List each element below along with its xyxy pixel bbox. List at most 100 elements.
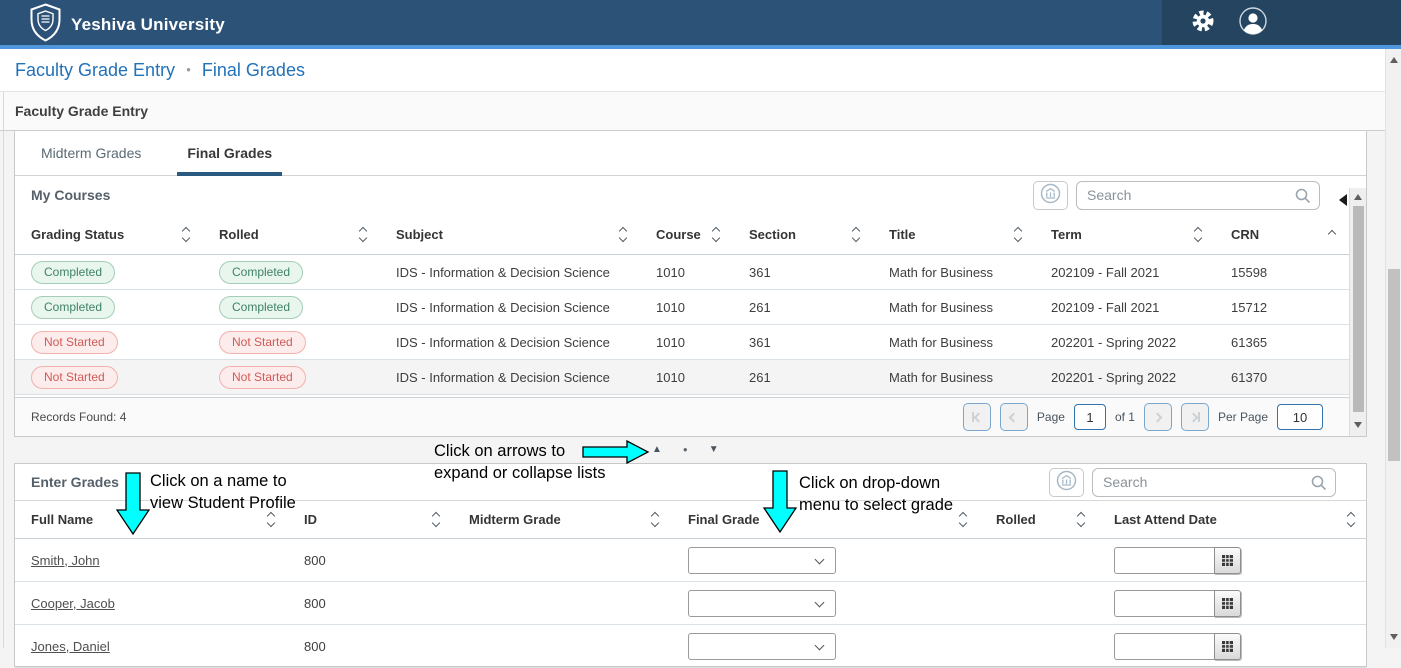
column-header-midterm-grade[interactable]: Midterm Grade	[469, 512, 688, 527]
my-courses-scrollbar[interactable]	[1349, 188, 1366, 436]
final-grade-select[interactable]	[688, 547, 836, 574]
table-row[interactable]: Completed Completed IDS - Information & …	[15, 255, 1349, 290]
cell-section: 261	[749, 370, 889, 385]
sort-icon[interactable]	[1078, 513, 1084, 526]
my-courses-tools-button[interactable]	[1033, 181, 1068, 210]
my-courses-footer: Records Found: 4 Page of 1 Per Page	[15, 397, 1366, 436]
student-row: Cooper, Jacob 800	[15, 582, 1366, 625]
chevron-left-icon	[1009, 412, 1019, 422]
student-name-link[interactable]: Smith, John	[31, 553, 100, 568]
sort-icon[interactable]	[433, 513, 439, 526]
column-header-course[interactable]: Course	[656, 227, 749, 242]
status-badge: Completed	[31, 296, 115, 319]
page-left-border	[3, 92, 4, 648]
first-page-button[interactable]	[963, 403, 991, 431]
column-header-id[interactable]: ID	[304, 512, 469, 527]
scrollbar-thumb[interactable]	[1353, 206, 1364, 412]
expand-down-icon[interactable]: ▼	[709, 444, 719, 455]
sort-icon[interactable]	[268, 513, 274, 526]
enter-grades-tools-button[interactable]	[1049, 468, 1084, 497]
scroll-up-icon[interactable]	[1354, 194, 1362, 200]
last-attend-date-input[interactable]	[1114, 633, 1214, 660]
final-grade-select[interactable]	[688, 633, 836, 660]
calendar-button[interactable]	[1214, 633, 1241, 660]
sort-icon[interactable]	[713, 228, 719, 241]
scrollbar-thumb[interactable]	[1388, 269, 1400, 461]
sort-asc-icon[interactable]	[1329, 231, 1335, 237]
student-profile-note: Click on a name to view Student Profile	[150, 470, 296, 514]
my-courses-panel: Midterm Grades Final Grades My Courses	[14, 131, 1367, 437]
final-grade-select[interactable]	[688, 590, 836, 617]
sort-icon[interactable]	[853, 228, 859, 241]
brand[interactable]: Yeshiva University	[30, 3, 225, 47]
search-icon[interactable]	[1295, 188, 1311, 204]
column-header-rolled[interactable]: Rolled	[219, 227, 396, 242]
column-header-term[interactable]: Term	[1051, 227, 1231, 242]
student-name-link[interactable]: Jones, Daniel	[31, 639, 110, 654]
sort-icon[interactable]	[652, 513, 658, 526]
sort-icon[interactable]	[1195, 228, 1201, 241]
expand-collapse-note: Click on arrows to expand or collapse li…	[434, 440, 606, 484]
cell-subject: IDS - Information & Decision Science	[396, 300, 656, 315]
student-name-link[interactable]: Cooper, Jacob	[31, 596, 115, 611]
gear-icon	[1190, 8, 1216, 37]
column-header-full-name[interactable]: Full Name	[31, 512, 304, 527]
sort-icon[interactable]	[1015, 228, 1021, 241]
dashboard-tools-icon	[1040, 183, 1061, 207]
table-row[interactable]: Not Started Not Started IDS - Informatio…	[15, 325, 1349, 360]
sort-icon[interactable]	[1348, 513, 1354, 526]
splitter-dot-icon[interactable]: ●	[683, 445, 688, 454]
column-header-crn[interactable]: CRN	[1231, 227, 1349, 242]
cell-title: Math for Business	[889, 370, 1051, 385]
scroll-down-icon[interactable]	[1354, 422, 1362, 428]
sort-icon[interactable]	[360, 228, 366, 241]
last-attend-date-input[interactable]	[1114, 547, 1214, 574]
column-header-grading-status[interactable]: Grading Status	[31, 227, 219, 242]
table-row[interactable]: Completed Completed IDS - Information & …	[15, 290, 1349, 325]
student-row: Smith, John 800	[15, 539, 1366, 582]
enter-grades-title: Enter Grades	[31, 474, 119, 490]
calendar-icon	[1221, 640, 1234, 653]
table-row[interactable]: Not Started Not Started IDS - Informatio…	[15, 360, 1349, 395]
scroll-down-icon[interactable]	[1390, 634, 1398, 640]
prev-page-button[interactable]	[1000, 403, 1028, 431]
cell-subject: IDS - Information & Decision Science	[396, 370, 656, 385]
collapse-up-icon[interactable]: ▲	[652, 444, 662, 455]
column-header-subject[interactable]: Subject	[396, 227, 656, 242]
calendar-button[interactable]	[1214, 547, 1241, 574]
column-header-rolled[interactable]: Rolled	[996, 512, 1114, 527]
my-courses-toolbar: My Courses	[15, 176, 1366, 214]
tab-final-grades[interactable]: Final Grades	[177, 131, 282, 175]
scroll-up-icon[interactable]	[1390, 57, 1398, 63]
collapse-left-icon[interactable]	[1339, 194, 1347, 206]
cell-title: Math for Business	[889, 265, 1051, 280]
per-page-input[interactable]	[1277, 404, 1323, 430]
page-scrollbar[interactable]	[1385, 49, 1401, 648]
next-page-button[interactable]	[1144, 403, 1172, 431]
chevron-down-icon	[815, 597, 825, 607]
sort-icon[interactable]	[183, 228, 189, 241]
enter-grades-search-input[interactable]	[1092, 468, 1336, 497]
page-number-input[interactable]	[1074, 404, 1106, 430]
breadcrumb-faculty-grade-entry[interactable]: Faculty Grade Entry	[15, 60, 175, 81]
cell-term: 202109 - Fall 2021	[1051, 265, 1231, 280]
cell-section: 261	[749, 300, 889, 315]
profile-button[interactable]	[1238, 6, 1268, 39]
sort-icon[interactable]	[960, 513, 966, 526]
my-courses-search-input[interactable]	[1076, 181, 1320, 210]
column-header-last-attend-date[interactable]: Last Attend Date	[1114, 512, 1366, 527]
column-header-title[interactable]: Title	[889, 227, 1051, 242]
my-courses-search	[1076, 181, 1320, 210]
last-page-button[interactable]	[1181, 403, 1209, 431]
last-attend-date-input[interactable]	[1114, 590, 1214, 617]
calendar-icon	[1221, 554, 1234, 567]
column-header-section[interactable]: Section	[749, 227, 889, 242]
breadcrumb-final-grades[interactable]: Final Grades	[202, 60, 305, 81]
sort-icon[interactable]	[620, 228, 626, 241]
settings-button[interactable]	[1190, 8, 1216, 37]
calendar-button[interactable]	[1214, 590, 1241, 617]
status-badge: Completed	[219, 261, 303, 284]
university-shield-icon	[30, 3, 61, 47]
tab-midterm-grades[interactable]: Midterm Grades	[31, 131, 151, 175]
search-icon[interactable]	[1311, 475, 1327, 491]
